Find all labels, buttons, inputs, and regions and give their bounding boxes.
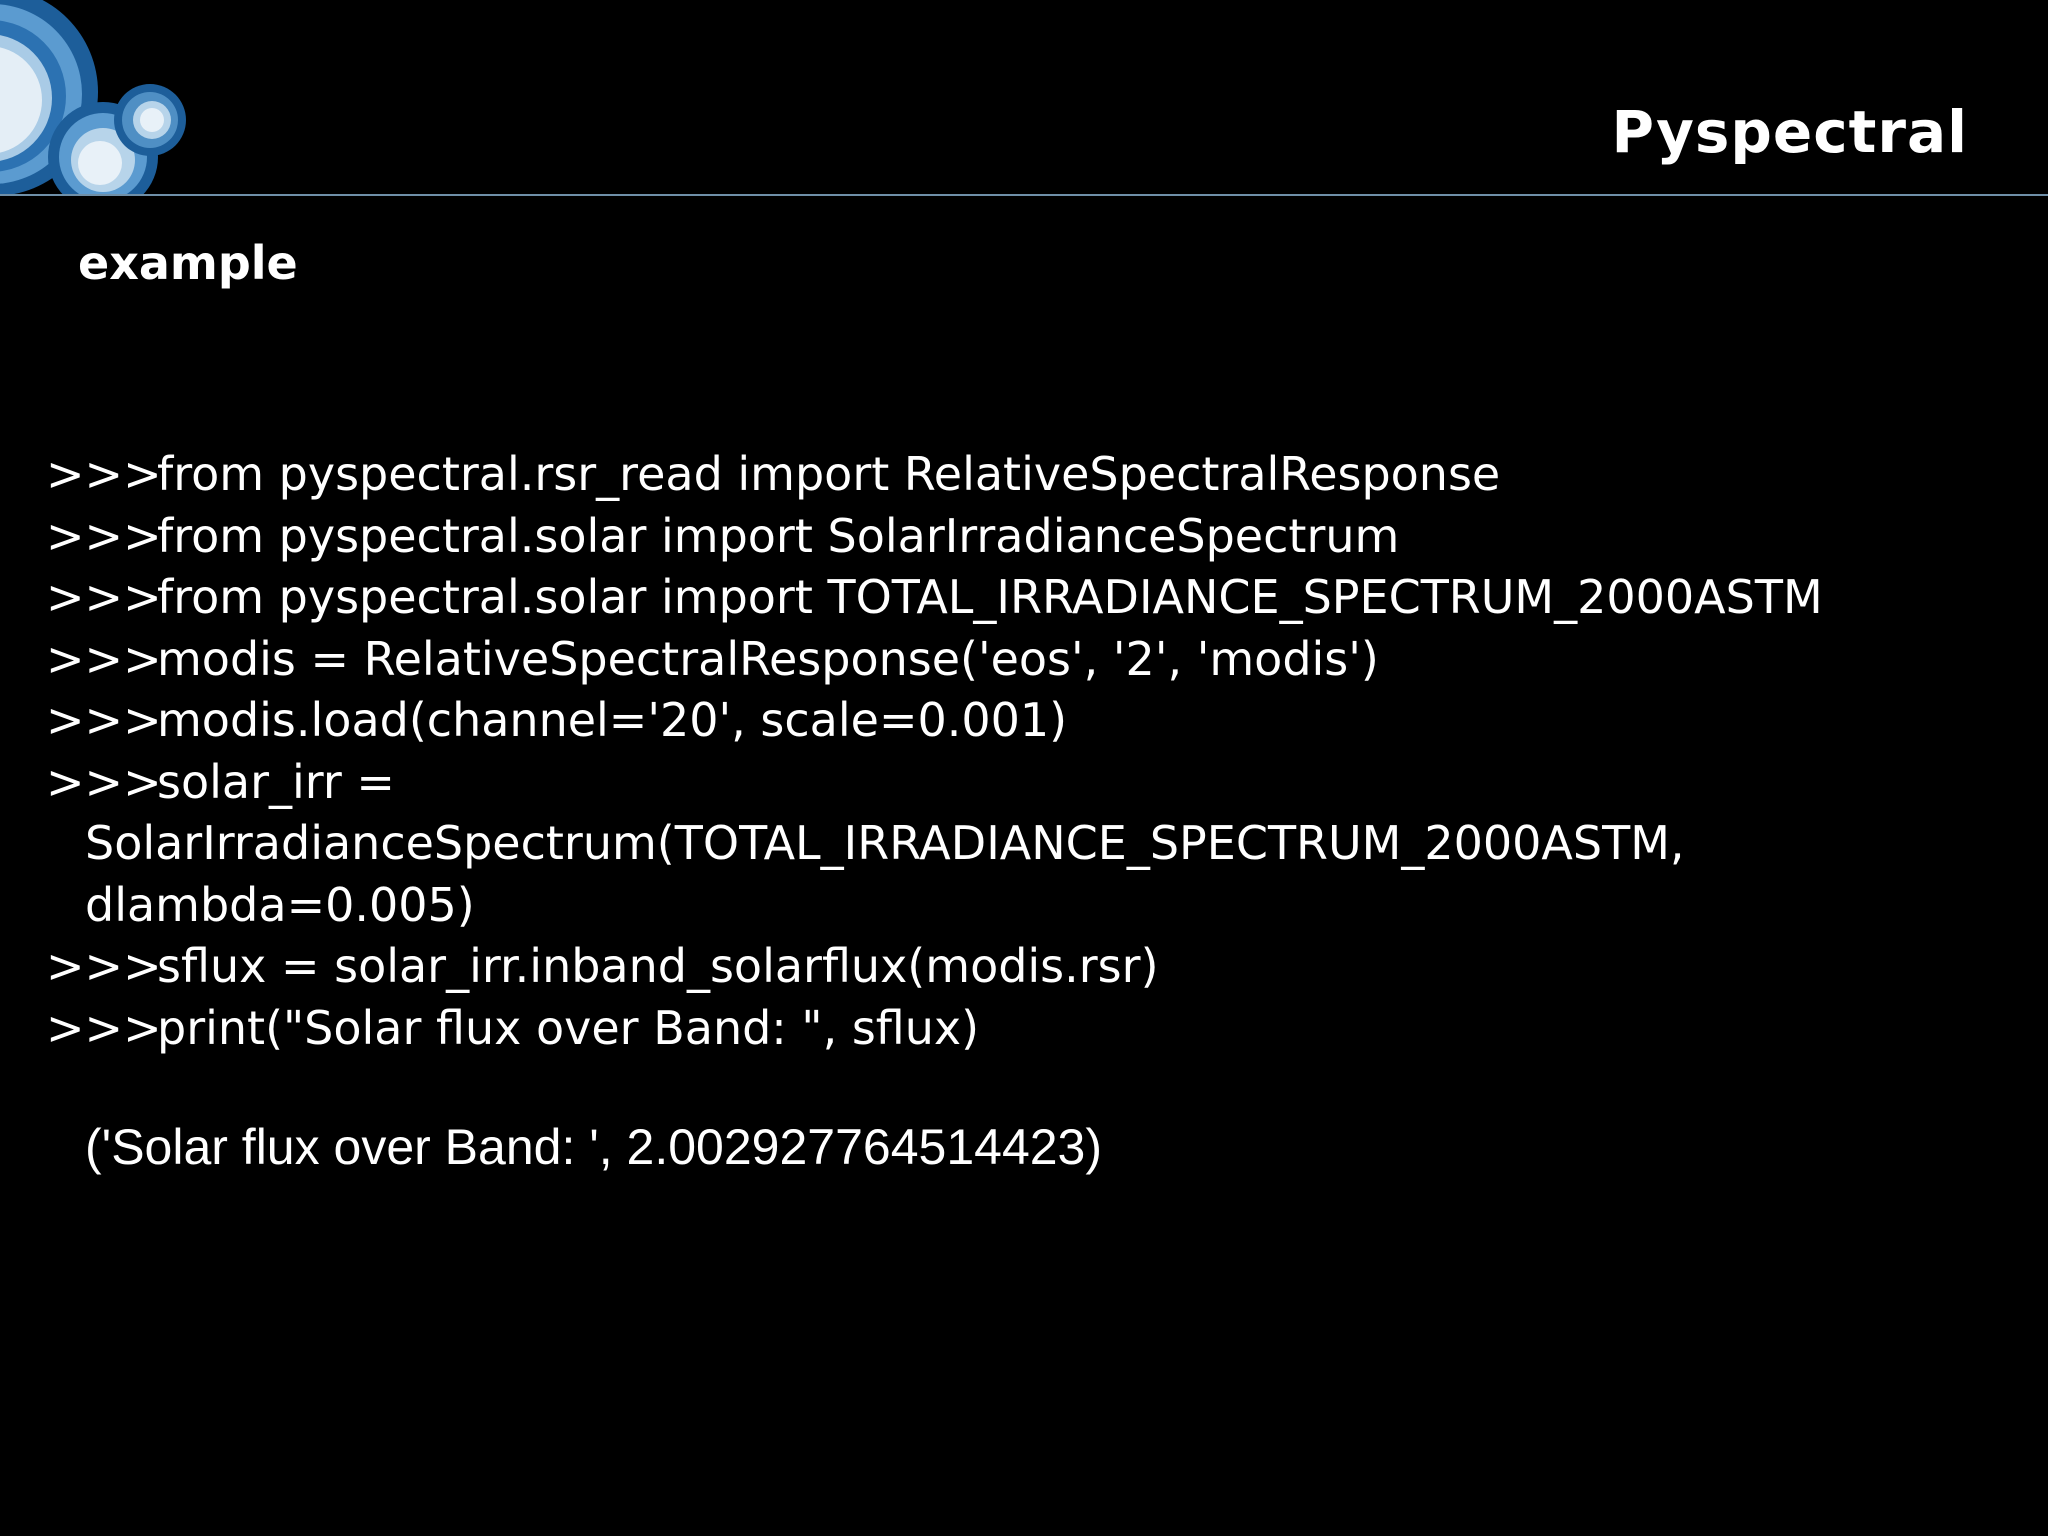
code-line: dlambda=0.005) — [46, 875, 2026, 937]
code-text: sflux = solar_irr.inband_solarflux(modis… — [157, 939, 1159, 993]
prompt-marker: >>> — [46, 754, 162, 809]
code-line: >>>modis.load(channel='20', scale=0.001) — [46, 690, 2026, 752]
code-text: solar_irr = — [157, 754, 395, 809]
prompt-marker: >>> — [46, 631, 162, 686]
header-divider — [0, 194, 2048, 196]
code-line: >>>print("Solar flux over Band: ", sflux… — [46, 998, 2026, 1060]
prompt-marker: >>> — [46, 570, 162, 624]
prompt-marker: >>> — [46, 1000, 162, 1055]
slide-title: Pyspectral — [1611, 98, 1968, 166]
code-text: modis.load(channel='20', scale=0.001) — [157, 693, 1068, 747]
prompt-marker: >>> — [46, 447, 162, 501]
prompt-marker: >>> — [46, 939, 162, 993]
code-line: >>>from pyspectral.solar import TOTAL_IR… — [46, 567, 2026, 629]
prompt-marker: >>> — [46, 508, 162, 563]
code-block: >>>from pyspectral.rsr_read import Relat… — [46, 444, 2026, 1059]
code-line: >>>sflux = solar_irr.inband_solarflux(mo… — [46, 936, 2026, 998]
slide: Pyspectral example >>>from pyspectral.rs… — [0, 0, 2048, 1536]
code-line: >>>from pyspectral.solar import SolarIrr… — [46, 506, 2026, 568]
code-line: >>>solar_irr = — [46, 752, 2026, 814]
code-line: >>>from pyspectral.rsr_read import Relat… — [46, 444, 2026, 506]
code-text: from pyspectral.rsr_read import Relative… — [157, 447, 1501, 501]
prompt-marker: >>> — [46, 693, 162, 747]
slide-subtitle: example — [78, 236, 298, 290]
code-text: SolarIrradianceSpectrum(TOTAL_IRRADIANCE… — [85, 816, 1685, 870]
code-text: modis = RelativeSpectralResponse('eos', … — [157, 631, 1379, 686]
code-text: from pyspectral.solar import TOTAL_IRRAD… — [157, 570, 1823, 624]
code-text: print("Solar flux over Band: ", sflux) — [157, 1000, 980, 1055]
code-line: SolarIrradianceSpectrum(TOTAL_IRRADIANCE… — [46, 813, 2026, 875]
code-line: >>>modis = RelativeSpectralResponse('eos… — [46, 629, 2026, 691]
code-output: ('Solar flux over Band: ', 2.00292776451… — [85, 1119, 1103, 1175]
code-text: from pyspectral.solar import SolarIrradi… — [157, 508, 1400, 563]
code-text: dlambda=0.005) — [85, 877, 475, 932]
circles-logo-icon — [0, 0, 186, 196]
